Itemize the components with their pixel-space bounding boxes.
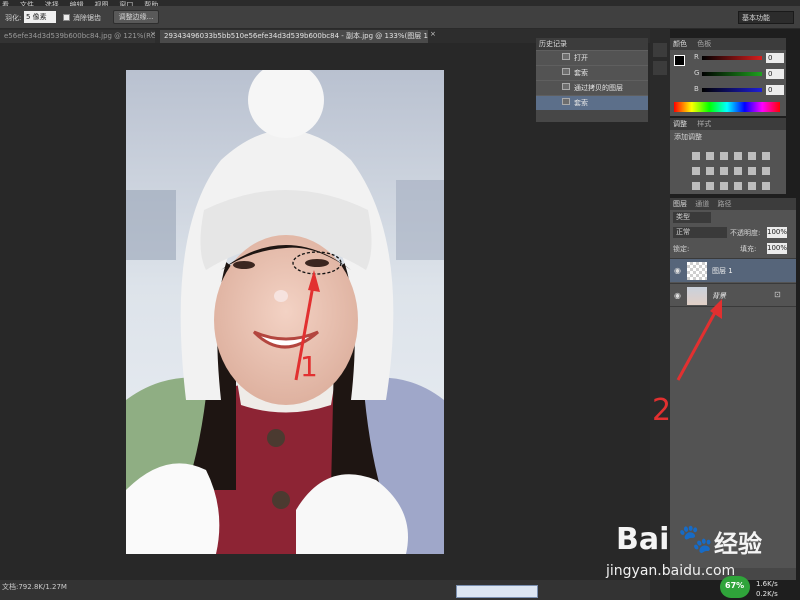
layers-tabs: 图层 通道 路径 [670,198,796,210]
lock-label: 锁定: [673,245,690,253]
download-speed: 0.2K/s [756,590,778,598]
history-item[interactable]: 打开 [536,50,648,65]
eye-icon[interactable]: ◉ [674,266,681,275]
foreground-swatch[interactable] [674,55,685,66]
annotation-label-1: 1 [300,350,318,383]
fill-label: 填充: [740,245,757,253]
ime-toolbar[interactable] [456,585,538,598]
channel-value[interactable]: 0 [766,53,784,63]
lock-icon: ⊡ [774,290,781,299]
kind-filter-select[interactable]: 类型 [673,212,711,223]
channel-slider-r[interactable] [702,56,762,60]
color-panel-tabs: 颜色 色板 [670,38,786,50]
meter-percent: 67% [725,581,745,590]
annotation-label-2: 2 [652,393,672,428]
channel-slider-g[interactable] [702,72,762,76]
history-dock-icon[interactable] [653,43,667,57]
adjustments-panel: 调整 样式 添加调整 [670,118,786,194]
layer-name[interactable]: 图层 1 [712,266,733,276]
tab-label: e56efe34d3d539b600bc84.jpg @ 121%(RGB/8#… [4,32,155,40]
tab-label: 29343496033b5bb510e56efe34d3d539b600bc84… [164,32,428,40]
feather-label: 羽化: [5,14,22,22]
document-icon [562,53,570,60]
lasso-icon [562,68,570,75]
channel-label: G [694,69,700,77]
color-panel: 颜色 色板 R 0 G 0 B 0 [670,38,786,116]
antialias-checkbox[interactable] [63,14,70,21]
opacity-label: 不透明度: [730,229,761,237]
color-spectrum[interactable] [674,102,780,112]
tab-document-1[interactable]: e56efe34d3d539b600bc84.jpg @ 121%(RGB/8#… [0,30,155,43]
refine-edge-button[interactable]: 调整边缘... [113,10,159,24]
network-meter[interactable]: 67% [720,576,750,598]
history-item[interactable]: 套索 [536,65,648,80]
paw-icon: 🐾 [678,522,713,555]
close-icon[interactable]: × [430,30,436,38]
tab-adjustments[interactable]: 调整 [673,120,687,128]
adjustments-tabs: 调整 样式 [670,118,786,130]
workspace-select[interactable]: 基本功能 [738,11,794,24]
tab-document-2[interactable]: 29343496033b5bb510e56efe34d3d539b600bc84… [160,30,428,43]
history-footer [536,110,648,122]
options-bar: 羽化: 5 像素 消除锯齿 调整边缘... 基本功能 [0,6,800,29]
close-icon[interactable]: × [150,30,156,38]
tab-layers[interactable]: 图层 [673,200,687,208]
tab-channels[interactable]: 通道 [695,200,709,208]
tab-swatches[interactable]: 色板 [697,40,711,48]
layer-thumbnail [687,262,707,280]
fill-input[interactable]: 100% [767,243,787,254]
channel-value[interactable]: 0 [766,69,784,79]
channel-label: B [694,85,699,93]
antialias-label: 消除锯齿 [73,14,101,22]
arrow-icon [676,299,722,381]
history-panel-title: 历史记录 [536,38,648,50]
brush-dock-icon[interactable] [653,61,667,75]
upload-speed: 1.6K/s [756,580,778,588]
layer-row-1[interactable]: ◉ 图层 1 [670,258,796,282]
tab-styles[interactable]: 样式 [697,120,711,128]
history-panel: 历史记录 打开 套索 通过拷贝的图层 套索 [536,38,648,122]
history-item[interactable]: 通过拷贝的图层 [536,80,648,95]
tab-color[interactable]: 颜色 [673,40,687,48]
opacity-input[interactable]: 100% [767,227,787,238]
baidu-watermark: Bai 🐾 经验 [616,520,796,560]
watermark-url: jingyan.baidu.com [606,563,736,579]
tab-paths[interactable]: 路径 [717,200,731,208]
photo-portrait [126,70,444,554]
panel-dock-strip [650,29,670,600]
adjustments-title: 添加调整 [674,133,702,141]
status-bar: 文档:792.8K/1.27M [0,580,650,600]
watermark-logo: 经验 [714,530,762,558]
channel-value[interactable]: 0 [766,85,784,95]
history-item[interactable]: 套索 [536,95,648,110]
channel-slider-b[interactable] [702,88,762,92]
blend-mode-select[interactable]: 正常 [673,227,727,238]
watermark-logo: Bai [616,522,670,557]
layer-icon [562,83,570,90]
document-image[interactable] [126,70,444,554]
document-size: 文档:792.8K/1.27M [2,583,67,591]
channel-label: R [694,53,699,61]
adjustment-icons-grid[interactable] [692,146,772,190]
lasso-icon [562,98,570,105]
feather-input[interactable]: 5 像素 [24,11,56,23]
